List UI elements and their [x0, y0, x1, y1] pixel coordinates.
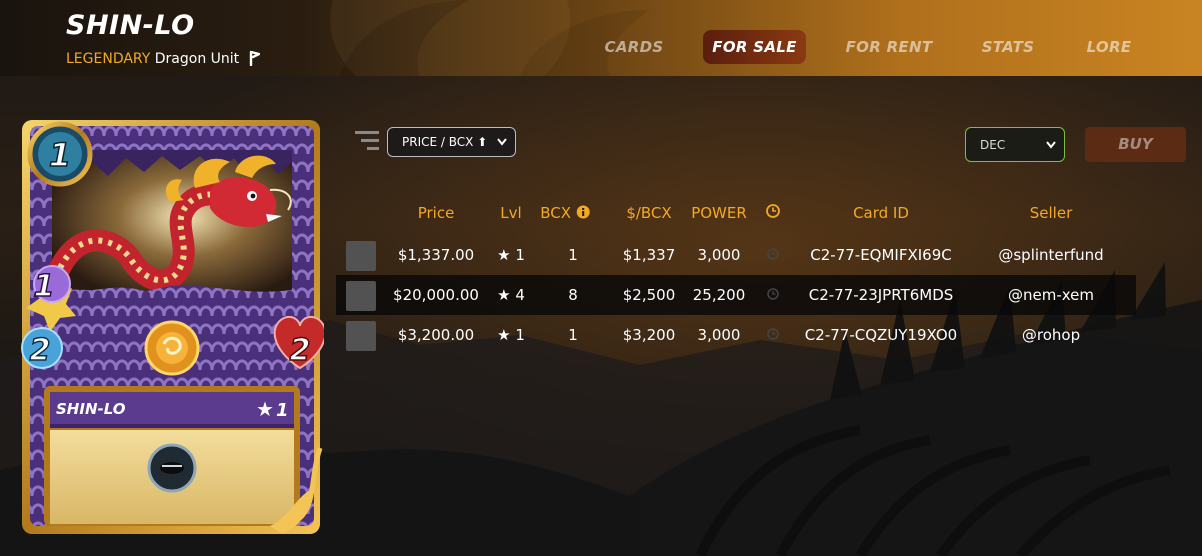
clock-icon: [767, 248, 779, 260]
currency-select[interactable]: DEC: [965, 127, 1065, 162]
column-header-power[interactable]: POWER: [691, 204, 747, 222]
cell-lvl: ★ 1: [497, 326, 525, 344]
card-attack-value: 1: [34, 269, 55, 304]
filter-icon[interactable]: [355, 129, 381, 153]
tab-stats[interactable]: STATS: [976, 30, 1040, 64]
cell-per-bcx: $3,200: [622, 326, 676, 344]
main-nav: CARDS FOR SALE FOR RENT STATS LORE: [0, 30, 1202, 66]
column-header-bcx[interactable]: BCX: [540, 204, 590, 222]
card-speed-value: 2: [30, 333, 51, 368]
market-table-header: Price Lvl BCX $/BCX POWER Card ID Seller: [336, 200, 1136, 228]
cell-seller[interactable]: @rohop: [1022, 326, 1080, 344]
cell-per-bcx: $1,337: [622, 246, 676, 264]
tab-cards[interactable]: CARDS: [598, 30, 670, 64]
cell-lvl: ★ 4: [497, 286, 525, 304]
cell-card-id[interactable]: C2-77-23JPRT6MDS: [809, 286, 954, 304]
column-header-seller[interactable]: Seller: [1030, 204, 1072, 222]
cell-price: $3,200.00: [397, 326, 475, 344]
column-header-time[interactable]: [766, 204, 780, 222]
cell-bcx: 1: [568, 246, 578, 264]
card-mana-value: 1: [49, 136, 71, 174]
tab-lore[interactable]: LORE: [1080, 30, 1138, 64]
svg-text:★: ★: [256, 397, 274, 421]
card-name-text: SHIN-LO: [56, 400, 126, 418]
cell-power: 3,000: [697, 326, 741, 344]
table-row[interactable]: $3,200.00 ★ 1 1 $3,200 3,000 C2-77-CQZUY…: [336, 315, 1136, 355]
info-icon[interactable]: [576, 205, 590, 219]
cell-power: 25,200: [692, 286, 746, 304]
cell-price: $1,337.00: [397, 246, 475, 264]
clock-icon: [767, 288, 779, 300]
column-header-card-id[interactable]: Card ID: [853, 204, 909, 222]
cell-power: 3,000: [697, 246, 741, 264]
clock-icon: [766, 204, 780, 218]
card-level-value: 1: [276, 400, 289, 421]
table-row[interactable]: $1,337.00 ★ 1 1 $1,337 3,000 C2-77-EQMIF…: [336, 235, 1136, 275]
tab-for-sale[interactable]: FOR SALE: [703, 30, 806, 64]
row-checkbox[interactable]: [346, 281, 376, 311]
column-header-lvl[interactable]: Lvl: [500, 204, 521, 222]
column-header-per-bcx[interactable]: $/BCX: [626, 204, 671, 222]
currency-select-value: DEC: [980, 138, 1006, 152]
row-checkbox[interactable]: [346, 321, 376, 351]
chevron-down-icon: [497, 138, 507, 146]
card-image: 1 1 2 2 SHIN-LO ★ 1: [20, 118, 327, 542]
table-row[interactable]: $20,000.00 ★ 4 8 $2,500 25,200 C2-77-23J…: [336, 275, 1136, 315]
cell-card-id[interactable]: C2-77-CQZUY19XO0: [805, 326, 957, 344]
sort-select-value: PRICE / BCX ⬆: [402, 135, 488, 149]
sort-select[interactable]: PRICE / BCX ⬆: [387, 127, 516, 157]
chevron-down-icon: [1046, 141, 1056, 149]
sort-arrow-up-icon: ⬆: [477, 135, 488, 149]
row-checkbox[interactable]: [346, 241, 376, 271]
buy-button[interactable]: BUY: [1085, 127, 1186, 162]
cell-price: $20,000.00: [393, 286, 479, 304]
cell-lvl: ★ 1: [497, 246, 525, 264]
cell-bcx: 1: [568, 326, 578, 344]
cell-per-bcx: $2,500: [622, 286, 676, 304]
card-health-value: 2: [290, 333, 311, 368]
clock-icon: [767, 328, 779, 340]
cell-card-id[interactable]: C2-77-EQMIFXI69C: [810, 246, 951, 264]
cell-seller[interactable]: @nem-xem: [1008, 286, 1094, 304]
cell-seller[interactable]: @splinterfund: [998, 246, 1103, 264]
column-header-price[interactable]: Price: [418, 204, 455, 222]
tab-for-rent[interactable]: FOR RENT: [842, 30, 936, 64]
header-bar: SHIN-LO LEGENDARY Dragon Unit CARDS FOR …: [0, 0, 1202, 76]
cell-bcx: 8: [568, 286, 578, 304]
